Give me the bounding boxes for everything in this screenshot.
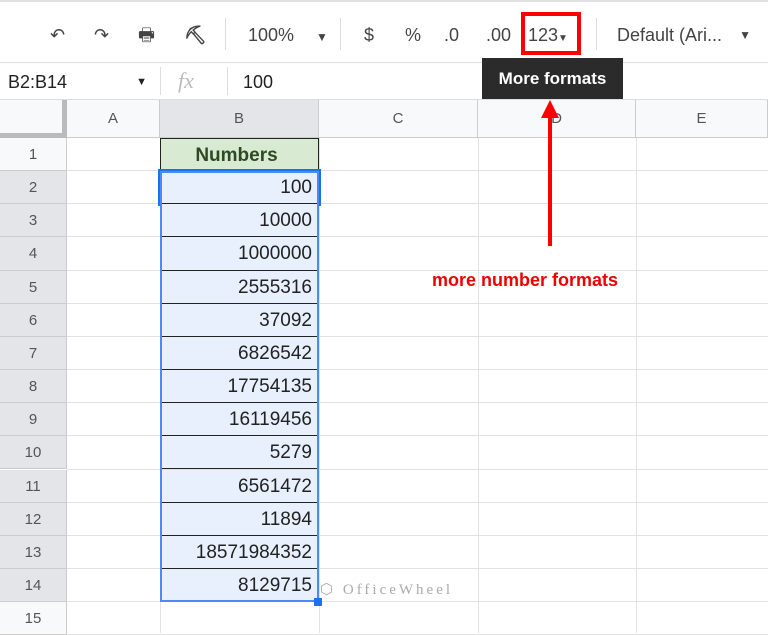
column-header-c[interactable]: C bbox=[319, 100, 478, 138]
cell-b2[interactable]: 100 bbox=[158, 169, 321, 207]
row-header-12[interactable]: 12 bbox=[0, 502, 67, 536]
highlight-box bbox=[521, 12, 581, 55]
print-icon[interactable]: 🖶 bbox=[138, 22, 155, 48]
cell-b11[interactable]: 6561472 bbox=[160, 469, 319, 503]
row-header-6[interactable]: 6 bbox=[0, 303, 67, 337]
formula-bar: B2:B14 ▼ fx 100 bbox=[0, 63, 768, 100]
zoom-select[interactable]: 100% ▼ bbox=[248, 22, 328, 48]
column-header-e[interactable]: E bbox=[636, 100, 768, 138]
row-header-15[interactable]: 15 bbox=[0, 602, 67, 635]
toolbar: ↶ ↷ 🖶 ⛏ 100% ▼ $ % .0 .00 123▼ Default (A… bbox=[0, 0, 768, 63]
select-all-corner[interactable] bbox=[0, 100, 67, 138]
logo-icon: ⬡ bbox=[320, 582, 337, 598]
row-header-14[interactable]: 14 bbox=[0, 568, 67, 603]
percent-button[interactable]: % bbox=[405, 22, 421, 48]
tooltip: More formats bbox=[482, 58, 623, 99]
watermark-text: OfficeWheel bbox=[342, 582, 454, 598]
cell-b7[interactable]: 6826542 bbox=[160, 336, 319, 371]
cell-b12[interactable]: 11894 bbox=[160, 502, 319, 536]
row-header-10[interactable]: 10 bbox=[0, 436, 67, 470]
font-select[interactable]: Default (Ari... ▼ bbox=[617, 22, 757, 48]
formula-input[interactable]: 100 bbox=[243, 72, 273, 93]
cell-b6[interactable]: 37092 bbox=[160, 303, 319, 337]
chevron-down-icon: ▼ bbox=[739, 28, 751, 42]
cell-b9[interactable]: 16119456 bbox=[160, 403, 319, 437]
row-header-1[interactable]: 1 bbox=[0, 138, 67, 172]
zoom-value: 100% bbox=[248, 25, 295, 45]
annotation-text: more number formats bbox=[432, 270, 619, 290]
fill-handle[interactable] bbox=[314, 598, 322, 607]
paint-format-icon[interactable]: ⛏ bbox=[184, 22, 207, 48]
row-header-2[interactable]: 2 bbox=[0, 171, 67, 205]
name-box[interactable]: B2:B14 ▼ bbox=[8, 72, 153, 93]
row-header-8[interactable]: 8 bbox=[0, 370, 67, 404]
row-header-13[interactable]: 13 bbox=[0, 535, 67, 569]
row-header-5[interactable]: 5 bbox=[0, 270, 67, 304]
cell-b4[interactable]: 1000000 bbox=[160, 237, 319, 271]
fx-icon: fx bbox=[178, 68, 194, 93]
watermark: ⬡ OfficeWheel bbox=[320, 580, 453, 599]
row-header-11[interactable]: 11 bbox=[0, 469, 67, 503]
column-header-a[interactable]: A bbox=[67, 100, 160, 138]
cell-b14[interactable]: 8129715 bbox=[160, 568, 319, 603]
row-header-9[interactable]: 9 bbox=[0, 403, 67, 437]
row-header-3[interactable]: 3 bbox=[0, 204, 67, 238]
row-header-7[interactable]: 7 bbox=[0, 336, 67, 371]
name-box-value: B2:B14 bbox=[8, 72, 68, 92]
arrow-shaft bbox=[548, 112, 552, 246]
row-header-4[interactable]: 4 bbox=[0, 237, 67, 271]
cell-b10[interactable]: 5279 bbox=[160, 436, 319, 470]
cell-b5[interactable]: 2555316 bbox=[160, 270, 319, 304]
cell-b8[interactable]: 17754135 bbox=[160, 370, 319, 404]
header-cell-numbers[interactable]: Numbers bbox=[160, 138, 319, 172]
decrease-decimal-button[interactable]: .0 bbox=[444, 22, 459, 48]
cell-b13[interactable]: 18571984352 bbox=[160, 535, 319, 569]
increase-decimal-button[interactable]: .00 bbox=[486, 22, 511, 48]
chevron-down-icon: ▼ bbox=[316, 30, 328, 44]
font-value: Default (Ari... bbox=[617, 25, 723, 45]
column-header-b[interactable]: B bbox=[160, 100, 319, 138]
undo-icon[interactable]: ↶ bbox=[50, 22, 65, 48]
arrow-up-icon bbox=[541, 100, 559, 118]
cell-b3[interactable]: 10000 bbox=[160, 204, 319, 238]
redo-icon[interactable]: ↷ bbox=[94, 22, 109, 48]
chevron-down-icon: ▼ bbox=[136, 76, 147, 88]
currency-button[interactable]: $ bbox=[364, 22, 374, 48]
